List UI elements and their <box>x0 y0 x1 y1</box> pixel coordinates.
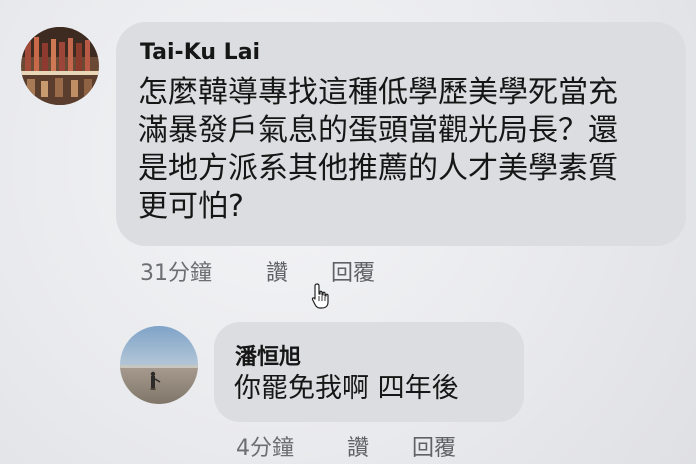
like-button[interactable]: 讚 <box>347 430 369 462</box>
comment-text-line: 滿暴發戶氣息的蛋頭當觀光局長？還 <box>138 113 618 148</box>
like-button[interactable]: 讚 <box>266 255 288 287</box>
comment-timestamp[interactable]: 31分鐘 <box>140 255 212 287</box>
comment-thread: Tai-Ku Lai 怎麼韓導專找這種低學歷美學死當充 滿暴發戶氣息的蛋頭當觀光… <box>0 0 696 464</box>
comment-text-line: 怎麼韓導專找這種低學歷美學死當充 <box>138 75 618 110</box>
comment-text-line: 是地方派系其他推薦的人才美學素質 <box>138 151 618 186</box>
comment-timestamp[interactable]: 4分鐘 <box>236 430 294 462</box>
comment-text: 怎麼韓導專找這種低學歷美學死當充 滿暴發戶氣息的蛋頭當觀光局長？還 是地方派系其… <box>138 74 658 226</box>
comment-text: 你罷免我啊 四年後 <box>234 373 459 404</box>
hand-pointer-icon <box>310 282 332 310</box>
comment-author[interactable]: 潘恒旭 <box>235 339 301 371</box>
comment-text-line: 更可怕? <box>138 189 244 224</box>
avatar[interactable] <box>21 27 99 105</box>
comment-author[interactable]: Tai-Ku Lai <box>140 40 260 65</box>
avatar[interactable] <box>120 326 198 404</box>
reply-button[interactable]: 回覆 <box>331 255 375 287</box>
reply-button[interactable]: 回覆 <box>412 430 456 462</box>
